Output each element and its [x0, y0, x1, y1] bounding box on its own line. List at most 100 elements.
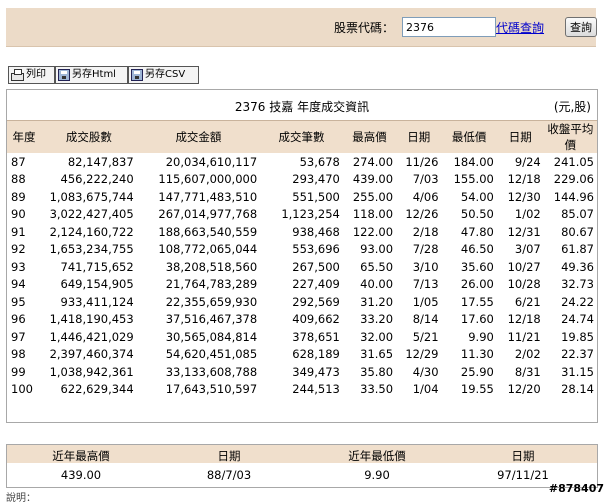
print-button[interactable]: 列印: [8, 66, 55, 84]
table-cell: 267,014,977,768: [158, 207, 258, 222]
table-cell: 378,651: [292, 329, 340, 344]
table-cell: 144.96: [553, 189, 594, 204]
table-cell: 628,189: [292, 347, 340, 362]
table-row: 94 649,154,905 21,764,783,289 227,409 40.00 7…: [7, 276, 597, 294]
table-cell: 8/14: [412, 312, 439, 327]
stock-code-label: 股票代碼：: [334, 21, 395, 35]
table-row: 98 2,397,460,374 54,620,451,085 628,189 31.6…: [7, 346, 597, 364]
table-cell: 46.50: [460, 242, 494, 257]
table-cell: 54,620,451,085: [165, 347, 258, 362]
query-button[interactable]: 查詢: [565, 17, 597, 37]
table-row: 92 1,653,234,755 108,772,065,044 553,696 93.…: [7, 241, 597, 259]
table-cell: 50.50: [460, 207, 494, 222]
table-cell: 33.20: [360, 312, 394, 327]
table-cell: 7/13: [412, 277, 439, 292]
table-cell: 409,662: [292, 312, 340, 327]
table-cell: 12/26: [405, 207, 439, 222]
table-cell: 8/31: [514, 364, 541, 379]
table-cell: 61.87: [561, 242, 594, 257]
code-lookup-link[interactable]: 代碼查詢: [496, 19, 544, 36]
table-cell: 227,409: [292, 277, 340, 292]
col-header: 最低價: [441, 121, 497, 153]
table-cell: 53,678: [299, 154, 340, 169]
query-bar: 股票代碼： 代碼查詢 查詢: [6, 8, 597, 47]
table-cell: 32.00: [360, 329, 394, 344]
printer-icon: [11, 69, 24, 81]
footnote-label: 說明：: [6, 493, 36, 504]
stock-code-input[interactable]: [402, 17, 496, 37]
table-cell: 649,154,905: [60, 277, 134, 292]
table-cell: 2,397,460,374: [49, 347, 134, 362]
table-cell: 93: [11, 259, 26, 274]
table-cell: 1/04: [412, 382, 439, 397]
summary-value: 97/11/21: [497, 468, 549, 482]
table-cell: 25.90: [460, 364, 494, 379]
table-cell: 33.50: [360, 382, 394, 397]
table-row: 99 1,038,942,361 33,133,608,788 349,473 35.8…: [7, 363, 597, 381]
table-cell: 439.00: [352, 172, 394, 187]
table-cell: 1/02: [514, 207, 541, 222]
table-cell: 100: [11, 382, 33, 397]
table-cell: 2/18: [412, 224, 439, 239]
table-cell: 2/02: [514, 347, 541, 362]
summary-value: 439.00: [60, 468, 102, 482]
table-cell: 93.00: [360, 242, 394, 257]
save-icon: [58, 69, 70, 81]
table-cell: 553,696: [292, 242, 340, 257]
table-cell: 244,513: [292, 382, 340, 397]
table-cell: 47.80: [460, 224, 494, 239]
table-cell: 1,653,234,755: [49, 242, 134, 257]
col-header: 成交筆數: [260, 121, 343, 153]
table-cell: 98: [11, 347, 26, 362]
table-cell: 17.55: [460, 294, 494, 309]
table-cell: 26.00: [460, 277, 494, 292]
save-html-button[interactable]: 另存Html: [55, 66, 128, 84]
table-cell: 91: [11, 224, 26, 239]
table-row: 90 3,022,427,405 267,014,977,768 1,123,254 1…: [7, 206, 597, 224]
col-header: 成交金額: [136, 121, 261, 153]
col-header: 收盤平均價: [543, 121, 597, 153]
table-cell: 933,411,124: [60, 294, 134, 309]
col-header: 最高價: [342, 121, 397, 153]
table-cell: 65.50: [360, 259, 394, 274]
table-cell: 4/30: [412, 364, 439, 379]
table-cell: 1,083,675,744: [49, 189, 134, 204]
table-cell: 1/05: [412, 294, 439, 309]
table-cell: 456,222,240: [60, 172, 134, 187]
table-cell: 31.20: [360, 294, 394, 309]
table-cell: 12/30: [507, 189, 541, 204]
table-cell: 1,446,421,029: [49, 329, 134, 344]
panel-title-bar: 2376 技嘉 年度成交資訊 (元,股): [7, 90, 597, 121]
table-cell: 147,771,483,510: [158, 189, 258, 204]
table-cell: 11.30: [460, 347, 494, 362]
col-header: 日期: [396, 121, 442, 153]
summary-value: 88/7/03: [206, 468, 252, 482]
summary-header: 日期: [511, 449, 535, 463]
table-cell: 7/28: [412, 242, 439, 257]
save-csv-button[interactable]: 另存CSV: [128, 66, 199, 84]
table-cell: 122.00: [352, 224, 394, 239]
table-cell: 30,565,084,814: [165, 329, 258, 344]
table-cell: 267,500: [292, 259, 340, 274]
save-icon: [131, 69, 143, 81]
table-cell: 108,772,065,044: [158, 242, 258, 257]
table-cell: 188,663,540,559: [158, 224, 258, 239]
table-row: 89 1,083,675,744 147,771,483,510 551,500 255…: [7, 188, 597, 206]
table-cell: 4/06: [412, 189, 439, 204]
table-cell: 85.07: [561, 207, 594, 222]
table-cell: 49.36: [561, 259, 594, 274]
table-cell: 31.15: [561, 364, 594, 379]
table-cell: 80.67: [561, 224, 594, 239]
table-cell: 96: [11, 312, 26, 327]
summary-value-row: 439.00 88/7/03 9.90 97/11/21: [7, 465, 597, 485]
table-cell: 35.80: [360, 364, 394, 379]
table-cell: 9/24: [514, 154, 541, 169]
table-cell: 32.73: [561, 277, 594, 292]
table-cell: 89: [11, 189, 26, 204]
table-cell: 24.22: [561, 294, 594, 309]
table-cell: 10/27: [507, 259, 541, 274]
table-cell: 551,500: [292, 189, 340, 204]
table-cell: 22,355,659,930: [165, 294, 258, 309]
table-cell: 31.65: [360, 347, 394, 362]
annual-trading-panel: 2376 技嘉 年度成交資訊 (元,股) 年度 成交股數 成交金額 成交筆數 最…: [6, 89, 598, 423]
